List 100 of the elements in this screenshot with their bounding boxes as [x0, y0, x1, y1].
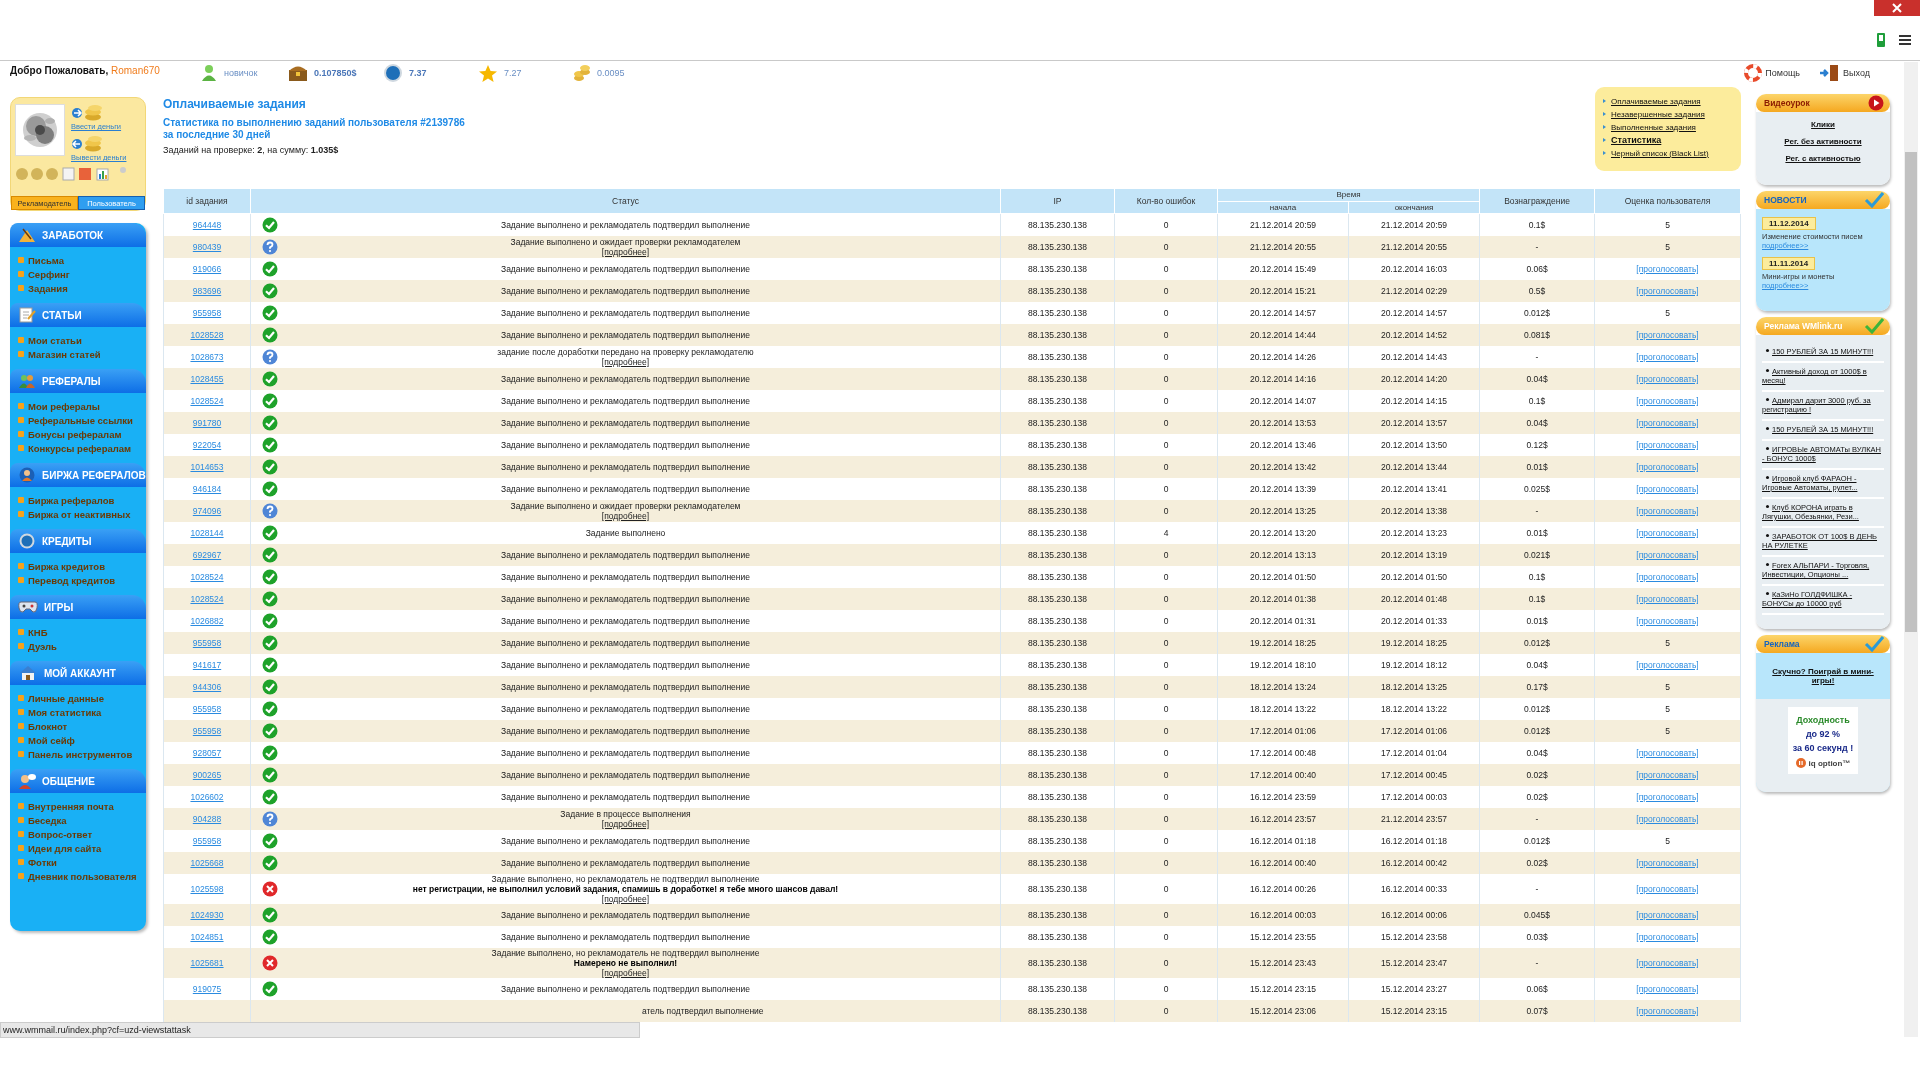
task-id-link[interactable]: 974096 [192, 506, 222, 516]
task-id-link[interactable]: 1026882 [190, 616, 224, 626]
task-id-link[interactable]: 1028524 [190, 396, 224, 406]
menu-item[interactable]: КНБ [18, 625, 146, 639]
vote-link[interactable]: [проголосовать] [1636, 616, 1699, 626]
task-id-link[interactable]: 1028524 [190, 572, 224, 582]
vote-link[interactable]: [проголосовать] [1636, 374, 1699, 384]
nav-link[interactable]: Статистика [1603, 134, 1741, 146]
vote-link[interactable]: [проголосовать] [1636, 396, 1699, 406]
task-id-link[interactable]: 1014653 [190, 462, 224, 472]
task-id-link[interactable]: 980439 [192, 242, 222, 252]
vote-link[interactable]: [проголосовать] [1636, 286, 1699, 296]
logout-link[interactable]: Выход [1818, 64, 1870, 82]
menu-item[interactable]: Мои рефералы [18, 399, 146, 413]
task-id-link[interactable]: 955958 [192, 638, 222, 648]
scrollbar[interactable] [1904, 62, 1918, 1037]
details-link[interactable]: [подробнее] [601, 968, 650, 978]
task-id-link[interactable]: 1025681 [190, 958, 224, 968]
vote-link[interactable]: [проголосовать] [1636, 814, 1699, 824]
video-link[interactable]: Рег. с активностью [1762, 154, 1884, 163]
vote-link[interactable]: [проголосовать] [1636, 550, 1699, 560]
task-id-link[interactable]: 904288 [192, 814, 222, 824]
vote-link[interactable]: [проголосовать] [1636, 984, 1699, 994]
vote-link[interactable]: [проголосовать] [1636, 528, 1699, 538]
menu-item[interactable]: Фотки [18, 855, 146, 869]
task-id-link[interactable]: 919075 [192, 984, 222, 994]
menu-item[interactable]: Беседка [18, 813, 146, 827]
task-id-link[interactable]: 900265 [192, 770, 222, 780]
menu-item[interactable]: Биржа рефералов [18, 493, 146, 507]
task-id-link[interactable]: 1028144 [190, 528, 224, 538]
menu-item[interactable]: Реферальные ссылки [18, 413, 146, 427]
promo-link[interactable]: Скучно? Поиграй в мини-игры! [1762, 661, 1884, 699]
menu-item[interactable]: Вопрос-ответ [18, 827, 146, 841]
vote-link[interactable]: [проголосовать] [1636, 748, 1699, 758]
task-id-link[interactable]: 1028528 [190, 330, 224, 340]
task-id-link[interactable]: 983696 [192, 286, 222, 296]
nav-link[interactable]: Черный список (Black List) [1603, 147, 1741, 159]
task-id-link[interactable]: 955958 [192, 308, 222, 318]
task-id-link[interactable]: 1024851 [190, 932, 224, 942]
vote-link[interactable]: [проголосовать] [1636, 462, 1699, 472]
vote-link[interactable]: [проголосовать] [1636, 858, 1699, 868]
menu-item[interactable]: Панель инструментов [18, 747, 146, 761]
menu-item[interactable]: Конкурсы рефералам [18, 441, 146, 455]
task-id-link[interactable]: 1028524 [190, 594, 224, 604]
menu-item[interactable]: Дуэль [18, 639, 146, 653]
vote-link[interactable]: [проголосовать] [1636, 910, 1699, 920]
menu-item[interactable]: Письма [18, 253, 146, 267]
vote-link[interactable]: [проголосовать] [1636, 440, 1699, 450]
vote-link[interactable]: [проголосовать] [1636, 1006, 1699, 1016]
close-button[interactable] [1874, 0, 1920, 16]
task-id-link[interactable]: 955958 [192, 704, 222, 714]
task-id-link[interactable]: 1025668 [190, 858, 224, 868]
vote-link[interactable]: [проголосовать] [1636, 594, 1699, 604]
task-id-link[interactable]: 955958 [192, 726, 222, 736]
details-link[interactable]: [подробнее] [601, 357, 650, 367]
video-link[interactable]: Клики [1762, 120, 1884, 129]
vote-link[interactable]: [проголосовать] [1636, 932, 1699, 942]
task-id-link[interactable]: 1024930 [190, 910, 224, 920]
task-id-link[interactable]: 941617 [192, 660, 222, 670]
vote-link[interactable]: [проголосовать] [1636, 352, 1699, 362]
menu-item[interactable]: Моя статистика [18, 705, 146, 719]
help-link[interactable]: Помощь [1744, 64, 1801, 82]
menu-item[interactable]: Магазин статей [18, 347, 146, 361]
menu-item[interactable]: Дневник пользователя [18, 869, 146, 883]
menu-item[interactable]: Внутренняя почта [18, 799, 146, 813]
details-link[interactable]: [подробнее] [601, 894, 650, 904]
task-id-link[interactable]: 928057 [192, 748, 222, 758]
vote-link[interactable]: [проголосовать] [1636, 506, 1699, 516]
menu-item[interactable]: Мои статьи [18, 333, 146, 347]
vote-link[interactable]: [проголосовать] [1636, 770, 1699, 780]
vote-link[interactable]: [проголосовать] [1636, 264, 1699, 274]
vote-link[interactable]: [проголосовать] [1636, 660, 1699, 670]
menu-item[interactable]: Мой сейф [18, 733, 146, 747]
ad-banner[interactable]: Доходность до 92 % за 60 секунд ! iq option™ [1788, 707, 1858, 774]
task-id-link[interactable]: 922054 [192, 440, 222, 450]
phone-icon[interactable] [1876, 32, 1886, 48]
menu-item[interactable]: Биржа кредитов [18, 559, 146, 573]
task-id-link[interactable]: 919066 [192, 264, 222, 274]
task-id-link[interactable]: 946184 [192, 484, 222, 494]
video-link[interactable]: Рег. без активности [1762, 137, 1884, 146]
task-id-link[interactable]: 1025598 [190, 884, 224, 894]
task-id-link[interactable]: 1026602 [190, 792, 224, 802]
vote-link[interactable]: [проголосовать] [1636, 572, 1699, 582]
vote-link[interactable]: [проголосовать] [1636, 418, 1699, 428]
menu-item[interactable]: Перевод кредитов [18, 573, 146, 587]
vote-link[interactable]: [проголосовать] [1636, 958, 1699, 968]
menu-icon[interactable] [1898, 34, 1912, 46]
details-link[interactable]: [подробнее] [601, 511, 650, 521]
menu-item[interactable]: Серфинг [18, 267, 146, 281]
menu-item[interactable]: Личные данные [18, 691, 146, 705]
vote-link[interactable]: [проголосовать] [1636, 792, 1699, 802]
task-id-link[interactable]: 955958 [192, 836, 222, 846]
nav-link[interactable]: Выполненные задания [1603, 121, 1741, 133]
menu-item[interactable]: Биржа от неактивных [18, 507, 146, 521]
task-id-link[interactable]: 692967 [192, 550, 222, 560]
menu-item[interactable]: Задания [18, 281, 146, 295]
vote-link[interactable]: [проголосовать] [1636, 484, 1699, 494]
nav-link[interactable]: Незавершенные задания [1603, 108, 1741, 120]
vote-link[interactable]: [проголосовать] [1636, 330, 1699, 340]
task-id-link[interactable]: 991780 [192, 418, 222, 428]
